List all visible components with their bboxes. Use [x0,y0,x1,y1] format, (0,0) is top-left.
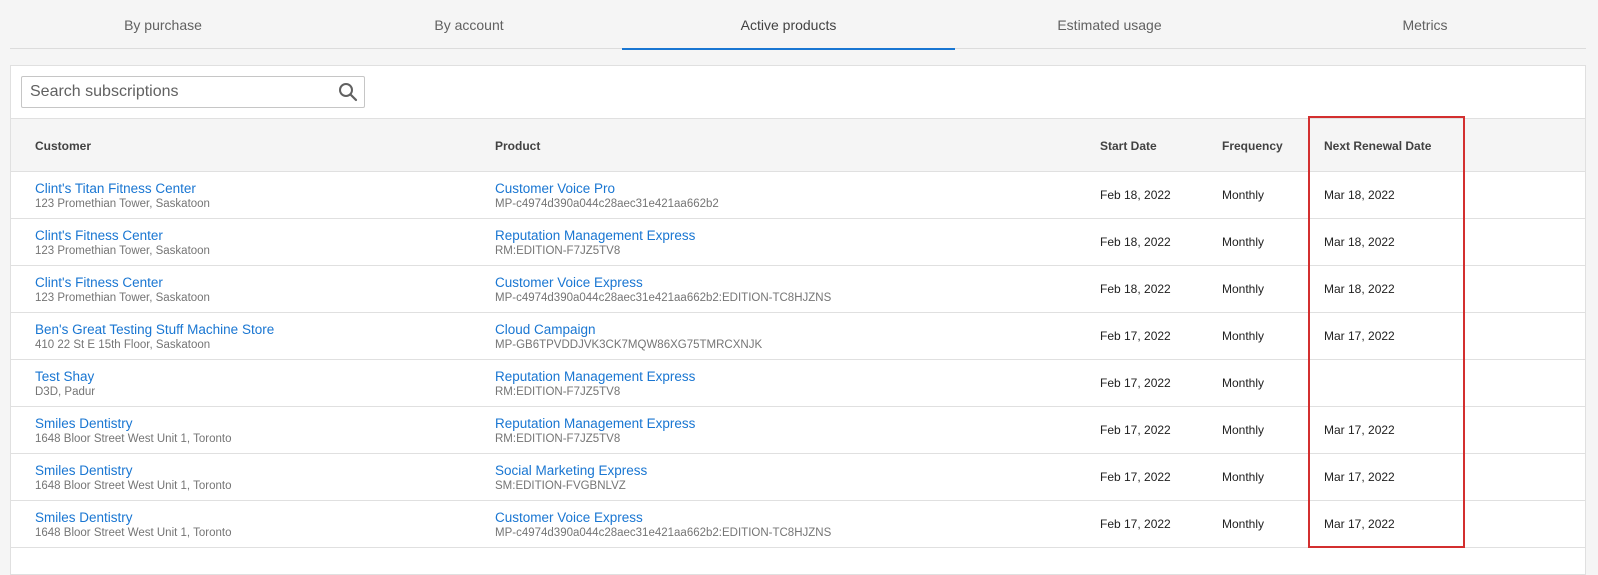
frequency: Monthly [1222,282,1265,296]
tab-label: Estimated usage [1057,16,1162,33]
frequency: Monthly [1222,470,1265,484]
column-header-next-renewal-date[interactable]: Next Renewal Date [1324,119,1431,173]
customer-address: 1648 Bloor Street West Unit 1, Toronto [35,433,232,445]
start-date: Feb 18, 2022 [1100,282,1171,296]
customer-address: 1648 Bloor Street West Unit 1, Toronto [35,527,232,539]
tab-bar: By purchase By account Active products E… [10,0,1586,50]
next-renewal-date: Mar 17, 2022 [1324,470,1395,484]
tab-active-products[interactable]: Active products [622,0,955,50]
next-renewal-date: Mar 17, 2022 [1324,517,1395,531]
table-row: Smiles Dentistry 1648 Bloor Street West U… [11,407,1585,454]
column-header-product[interactable]: Product [495,119,540,173]
start-date: Feb 17, 2022 [1100,329,1171,343]
frequency: Monthly [1222,329,1265,343]
table-row: Clint's Titan Fitness Center 123 Promethi… [11,172,1585,219]
product-link[interactable]: Reputation Management Express [495,415,695,432]
search-box [21,76,365,108]
frequency: Monthly [1222,188,1265,202]
product-sku: MP-c4974d390a044c28aec31e421aa662b2:EDIT… [495,527,832,539]
frequency: Monthly [1222,235,1265,249]
customer-link[interactable]: Smiles Dentistry [35,462,231,479]
customer-address: 410 22 St E 15th Floor, Saskatoon [35,339,211,351]
next-renewal-date: Mar 17, 2022 [1324,329,1395,343]
next-renewal-date: Mar 18, 2022 [1324,235,1395,249]
tab-by-purchase[interactable]: By purchase [10,0,316,49]
customer-address: 123 Promethian Tower, Saskatoon [35,292,210,304]
product-link[interactable]: Reputation Management Express [495,227,695,244]
product-sku: MP-GB6TPVDDJVK3CK7MQW86XG75TMRCXNJK [495,339,763,351]
column-header-start-date[interactable]: Start Date [1100,119,1157,173]
table-header: Customer Product Start Date Frequency Ne… [11,118,1585,172]
subscriptions-card: Customer Product Start Date Frequency Ne… [10,65,1586,575]
next-renewal-date: Mar 18, 2022 [1324,188,1395,202]
search-icon[interactable] [332,77,364,107]
customer-address: D3D, Padur [35,386,96,398]
tab-label: By account [434,16,504,33]
table-row: Clint's Fitness Center 123 Promethian Tow… [11,219,1585,266]
tab-label: By purchase [124,16,202,33]
start-date: Feb 17, 2022 [1100,470,1171,484]
next-renewal-date: Mar 18, 2022 [1324,282,1395,296]
product-link[interactable]: Cloud Campaign [495,321,762,338]
customer-link[interactable]: Ben's Great Testing Stuff Machine Store [35,321,274,338]
customer-address: 123 Promethian Tower, Saskatoon [35,198,210,210]
frequency: Monthly [1222,376,1265,390]
customer-link[interactable]: Test Shay [35,368,95,385]
next-renewal-date: Mar 17, 2022 [1324,423,1395,437]
start-date: Feb 18, 2022 [1100,188,1171,202]
tab-metrics[interactable]: Metrics [1264,0,1586,49]
product-sku: MP-c4974d390a044c28aec31e421aa662b2 [495,198,719,210]
product-sku: RM:EDITION-F7JZ5TV8 [495,386,621,398]
product-sku: RM:EDITION-F7JZ5TV8 [495,245,621,257]
start-date: Feb 18, 2022 [1100,235,1171,249]
customer-link[interactable]: Smiles Dentistry [35,509,231,526]
product-link[interactable]: Customer Voice Express [495,509,831,526]
tab-label: Active products [740,16,837,33]
table-row: Test Shay D3D, Padur Reputation Managemen… [11,360,1585,407]
column-header-frequency[interactable]: Frequency [1222,119,1283,173]
tab-label: Metrics [1402,16,1448,33]
customer-address: 123 Promethian Tower, Saskatoon [35,245,210,257]
search-input[interactable] [22,77,332,107]
start-date: Feb 17, 2022 [1100,517,1171,531]
product-link[interactable]: Reputation Management Express [495,368,695,385]
column-header-customer[interactable]: Customer [35,119,91,173]
tab-estimated-usage[interactable]: Estimated usage [955,0,1264,49]
customer-address: 1648 Bloor Street West Unit 1, Toronto [35,480,232,492]
start-date: Feb 17, 2022 [1100,376,1171,390]
tab-by-account[interactable]: By account [316,0,622,49]
product-link[interactable]: Social Marketing Express [495,462,647,479]
table-row: Ben's Great Testing Stuff Machine Store 4… [11,313,1585,360]
product-link[interactable]: Customer Voice Express [495,274,831,291]
table-body: Clint's Titan Fitness Center 123 Promethi… [11,172,1585,548]
frequency: Monthly [1222,423,1265,437]
table-row: Clint's Fitness Center 123 Promethian Tow… [11,266,1585,313]
product-sku: SM:EDITION-FVGBNLVZ [495,480,626,492]
table-row: Smiles Dentistry 1648 Bloor Street West U… [11,454,1585,501]
start-date: Feb 17, 2022 [1100,423,1171,437]
customer-link[interactable]: Clint's Fitness Center [35,274,210,291]
customer-link[interactable]: Clint's Titan Fitness Center [35,180,210,197]
product-link[interactable]: Customer Voice Pro [495,180,719,197]
customer-link[interactable]: Smiles Dentistry [35,415,231,432]
customer-link[interactable]: Clint's Fitness Center [35,227,210,244]
product-sku: RM:EDITION-F7JZ5TV8 [495,433,621,445]
product-sku: MP-c4974d390a044c28aec31e421aa662b2:EDIT… [495,292,832,304]
table-row: Smiles Dentistry 1648 Bloor Street West U… [11,501,1585,548]
frequency: Monthly [1222,517,1265,531]
